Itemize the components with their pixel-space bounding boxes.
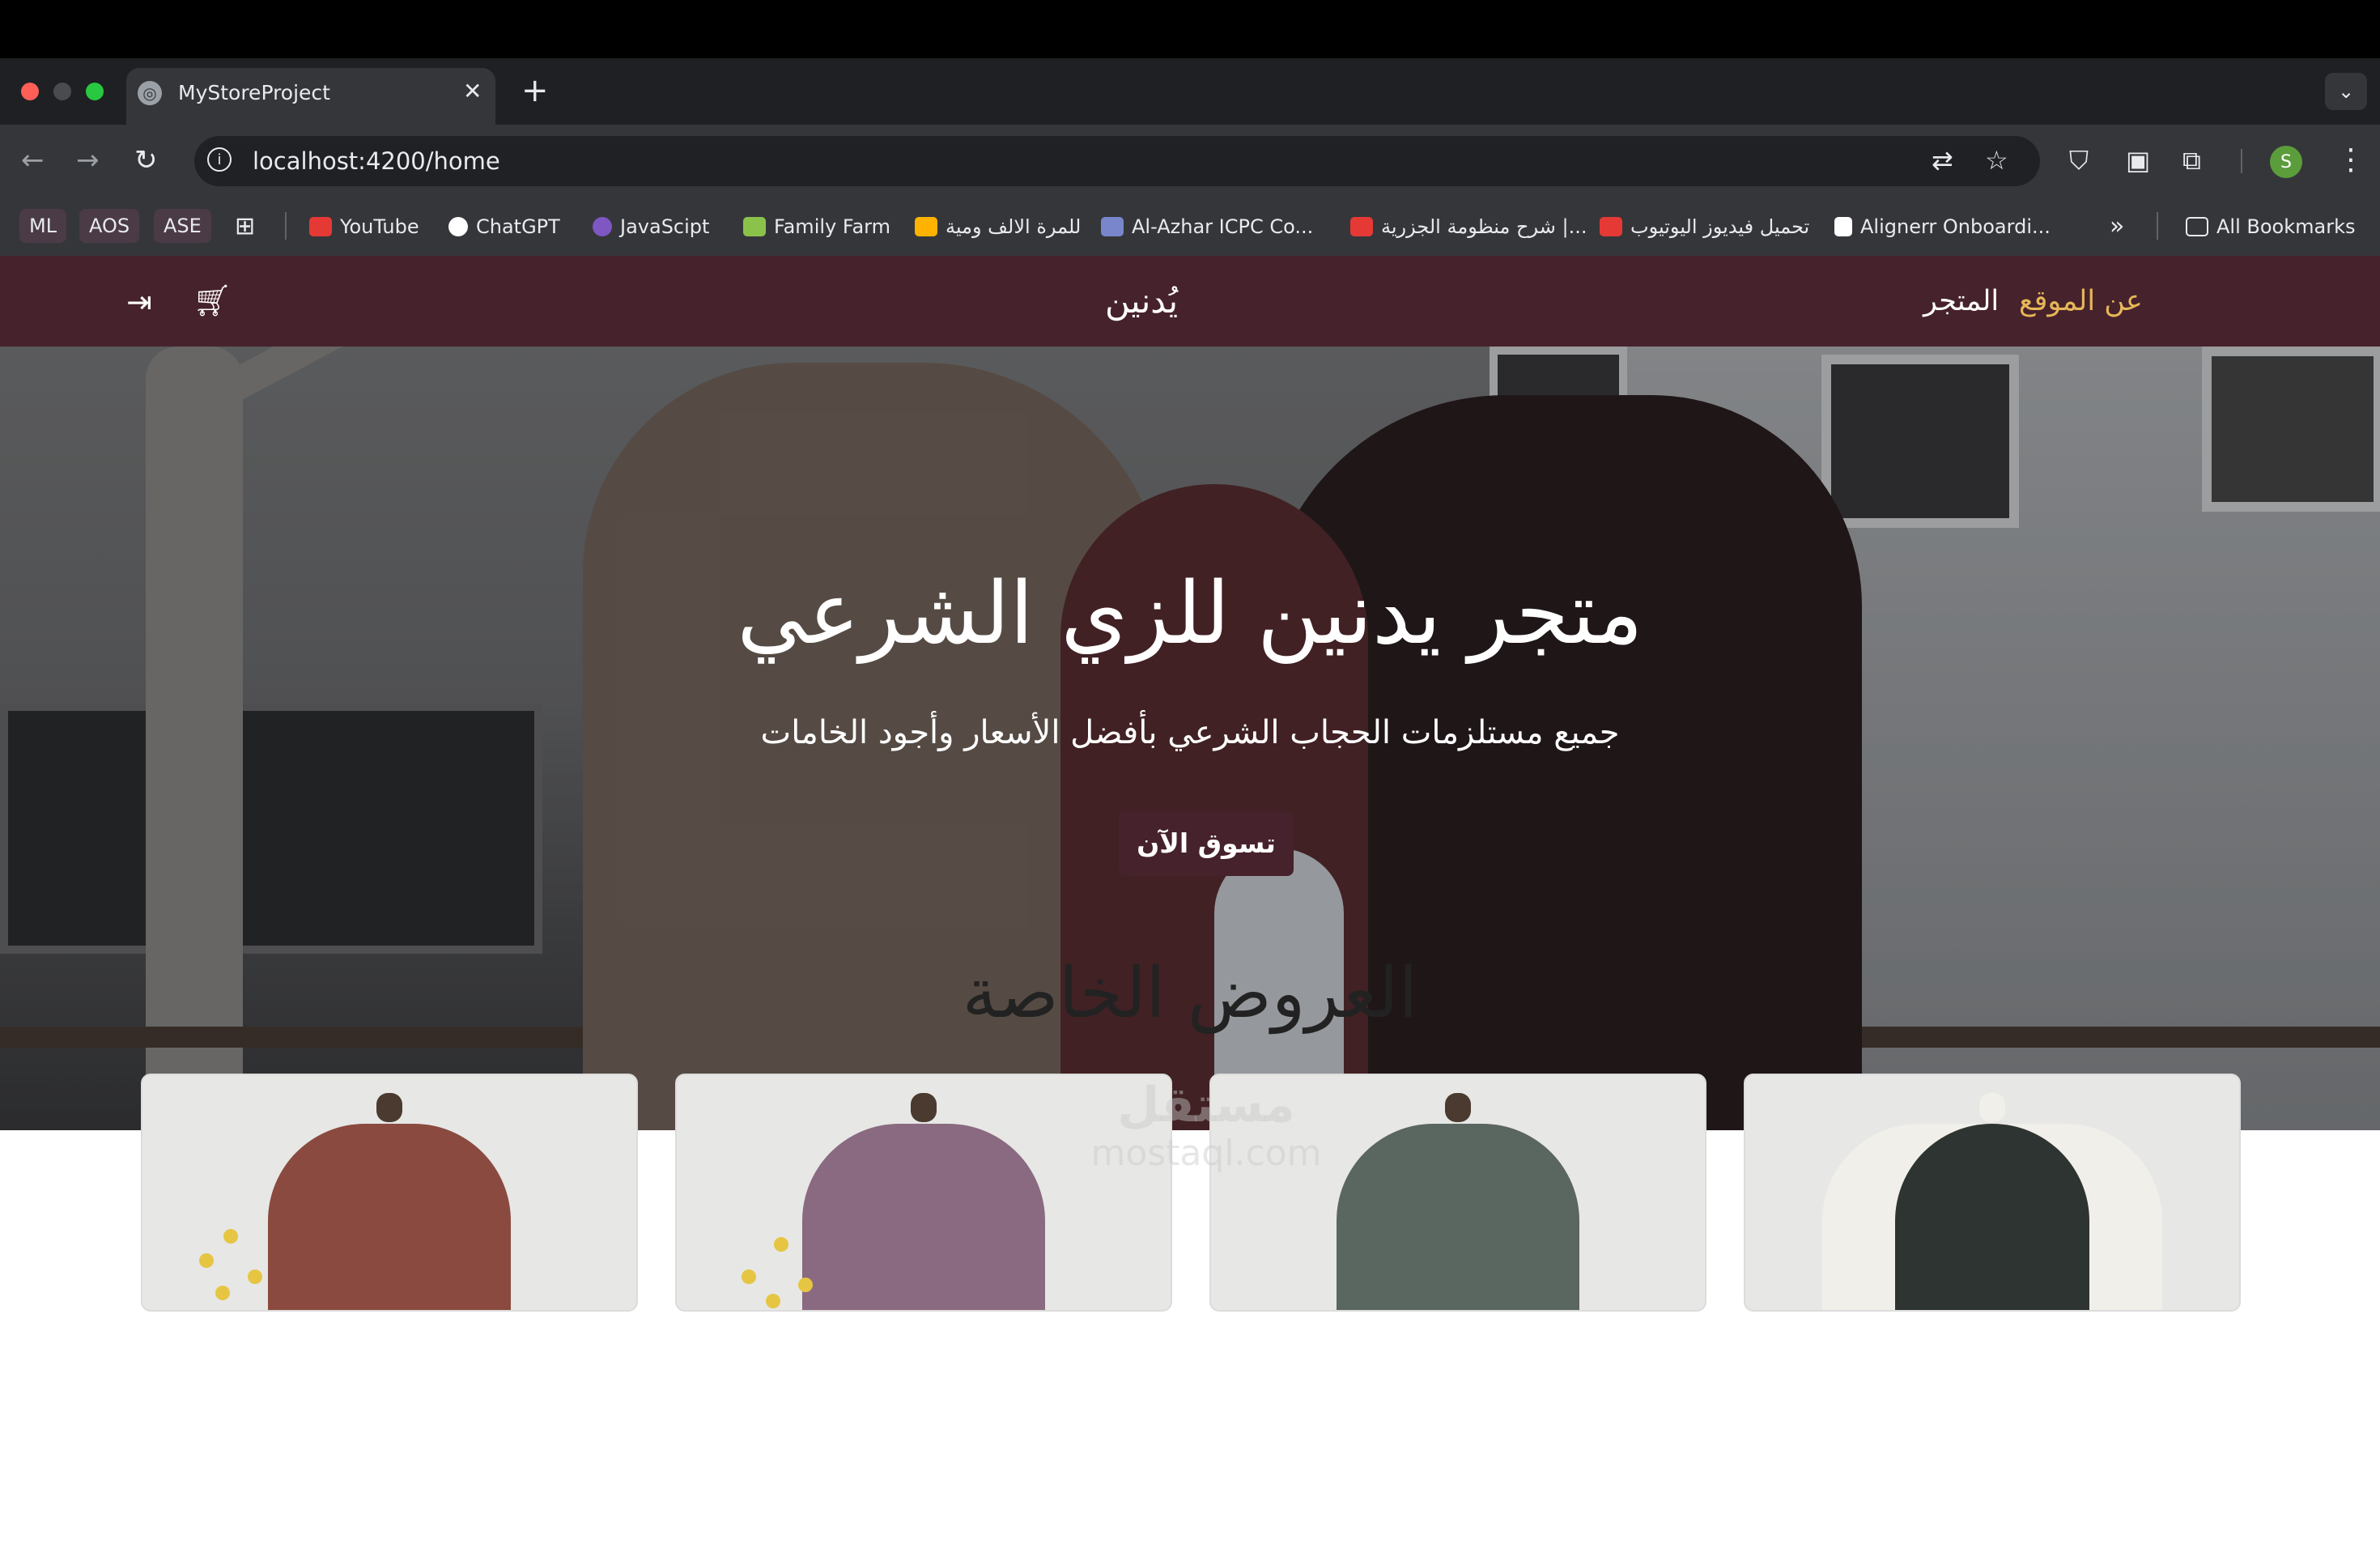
- bookmark-icpc[interactable]: Al-Azhar ICPC Co...: [1101, 211, 1313, 243]
- translate-icon[interactable]: ⇄: [1932, 144, 1953, 176]
- product-image: [802, 1124, 1045, 1310]
- more-menu-icon[interactable]: ⋮: [2336, 142, 2365, 178]
- alignerr-icon: [1834, 217, 1852, 236]
- bookmark-arabic-3[interactable]: تحميل فيديوز اليوتيوب: [1600, 211, 1809, 243]
- profile-avatar[interactable]: S: [2270, 146, 2302, 178]
- close-window-button[interactable]: [21, 83, 39, 100]
- hero-title: متجر يدنين للزي الشرعي: [737, 563, 1643, 663]
- forward-arrow-icon[interactable]: →: [76, 142, 100, 178]
- hero-subtitle: جميع مستلزمات الحجاب الشرعي بأفضل الأسعا…: [760, 714, 1620, 751]
- bookmark-label[interactable]: تحميل فيديوز اليوتيوب: [1630, 215, 1809, 238]
- mannequin-head: [376, 1093, 402, 1122]
- back-arrow-icon[interactable]: ←: [21, 142, 45, 178]
- product-image: [1337, 1124, 1579, 1310]
- bookmark-aos[interactable]: AOS: [79, 209, 140, 243]
- login-icon[interactable]: ⇥: [126, 285, 152, 319]
- youtube-icon: [1350, 217, 1373, 236]
- family-farm-icon: [743, 217, 766, 236]
- folder-icon: [2186, 217, 2208, 236]
- screen-top-bar: [0, 0, 2380, 58]
- special-offers-heading: العروض الخاصة: [962, 953, 1418, 1034]
- reload-icon[interactable]: ↻: [134, 142, 158, 178]
- site-info-icon[interactable]: i: [207, 147, 232, 172]
- all-bookmarks[interactable]: All Bookmarks: [2186, 211, 2355, 243]
- product-image: [268, 1124, 511, 1310]
- shield-extension-icon[interactable]: ⛉: [2069, 144, 2089, 176]
- bookmark-label[interactable]: للمرة الالف ومية: [946, 215, 1081, 238]
- youtube-icon: [309, 217, 332, 236]
- bookmark-arabic-1[interactable]: للمرة الالف ومية: [915, 211, 1081, 243]
- bookmark-label[interactable]: ChatGPT: [476, 215, 560, 238]
- more-bookmarks-chevron-icon[interactable]: »: [2110, 211, 2124, 243]
- nav-link-store[interactable]: المتجر: [1923, 283, 1999, 319]
- web-page: ⇥ 🛒︎ يُدنين المتجر عن الموقع متجر يدنين …: [0, 256, 2380, 1548]
- mannequin-head: [911, 1093, 937, 1122]
- site-logo[interactable]: يُدنين: [1093, 280, 1190, 322]
- bookmark-label[interactable]: Alignerr Onboardi...: [1860, 215, 2051, 238]
- bookmark-label[interactable]: شرح منظومة الجزرية |...: [1381, 215, 1587, 238]
- close-tab-icon[interactable]: ✕: [463, 78, 482, 105]
- nav-link-about[interactable]: عن الموقع: [2019, 283, 2143, 319]
- all-bookmarks-label[interactable]: All Bookmarks: [2216, 215, 2355, 238]
- bookmarks-separator: [2157, 212, 2158, 240]
- mannequin-head: [1445, 1093, 1471, 1122]
- product-image: [1895, 1124, 2089, 1310]
- pdf-extension-icon[interactable]: ▣: [2126, 144, 2150, 176]
- extensions-puzzle-icon[interactable]: ⧉: [2182, 144, 2201, 176]
- flowers-decoration: [733, 1205, 822, 1310]
- apps-grid-icon[interactable]: ⊞: [235, 211, 255, 243]
- bookmark-javascript[interactable]: JavaScipt: [593, 211, 709, 243]
- minimize-window-button[interactable]: [53, 83, 71, 100]
- bookmark-ml[interactable]: ML: [19, 209, 67, 243]
- download-icon: [1600, 217, 1622, 236]
- bookmark-label[interactable]: Al-Azhar ICPC Co...: [1132, 215, 1313, 238]
- product-card[interactable]: [141, 1074, 638, 1312]
- bookmark-label[interactable]: JavaScipt: [620, 215, 709, 238]
- watermark: مستقل: [1117, 1077, 1295, 1133]
- bookmark-ase[interactable]: ASE: [154, 209, 211, 243]
- shop-now-button[interactable]: تسوق الآن: [1119, 811, 1294, 876]
- bookmark-star-icon[interactable]: ☆: [1985, 144, 2008, 176]
- site-navbar: ⇥ 🛒︎ يُدنين المتجر عن الموقع: [0, 256, 2380, 347]
- tab-search-chevron-icon[interactable]: ⌄: [2325, 73, 2367, 110]
- mannequin-head: [1979, 1093, 2005, 1122]
- javascript-icon: [593, 217, 612, 236]
- icpc-icon: [1101, 217, 1124, 236]
- toolbar-divider: [2241, 149, 2242, 173]
- product-card[interactable]: [1744, 1074, 2241, 1312]
- cart-icon[interactable]: 🛒︎: [193, 283, 232, 317]
- bookmark-family-farm[interactable]: Family Farm: [743, 211, 890, 243]
- new-tab-icon[interactable]: +: [521, 73, 549, 108]
- url-text[interactable]: localhost:4200/home: [253, 146, 500, 176]
- tab-title[interactable]: MyStoreProject: [178, 79, 330, 107]
- flowers-decoration: [191, 1205, 280, 1310]
- bookmark-label[interactable]: Family Farm: [774, 215, 890, 238]
- bookmark-chatgpt[interactable]: ChatGPT: [448, 211, 560, 243]
- bookmark-youtube[interactable]: YouTube: [309, 211, 419, 243]
- watermark-url: mostaql.com: [1090, 1133, 1322, 1174]
- chatgpt-icon: [448, 217, 468, 236]
- globe-icon: ◎: [138, 81, 162, 105]
- chart-icon: [915, 217, 937, 236]
- bookmarks-separator: [285, 212, 287, 240]
- bookmark-alignerr[interactable]: Alignerr Onboardi...: [1834, 211, 2051, 243]
- bookmark-arabic-2[interactable]: شرح منظومة الجزرية |...: [1350, 211, 1587, 243]
- bookmark-label[interactable]: YouTube: [340, 215, 419, 238]
- maximize-window-button[interactable]: [86, 83, 104, 100]
